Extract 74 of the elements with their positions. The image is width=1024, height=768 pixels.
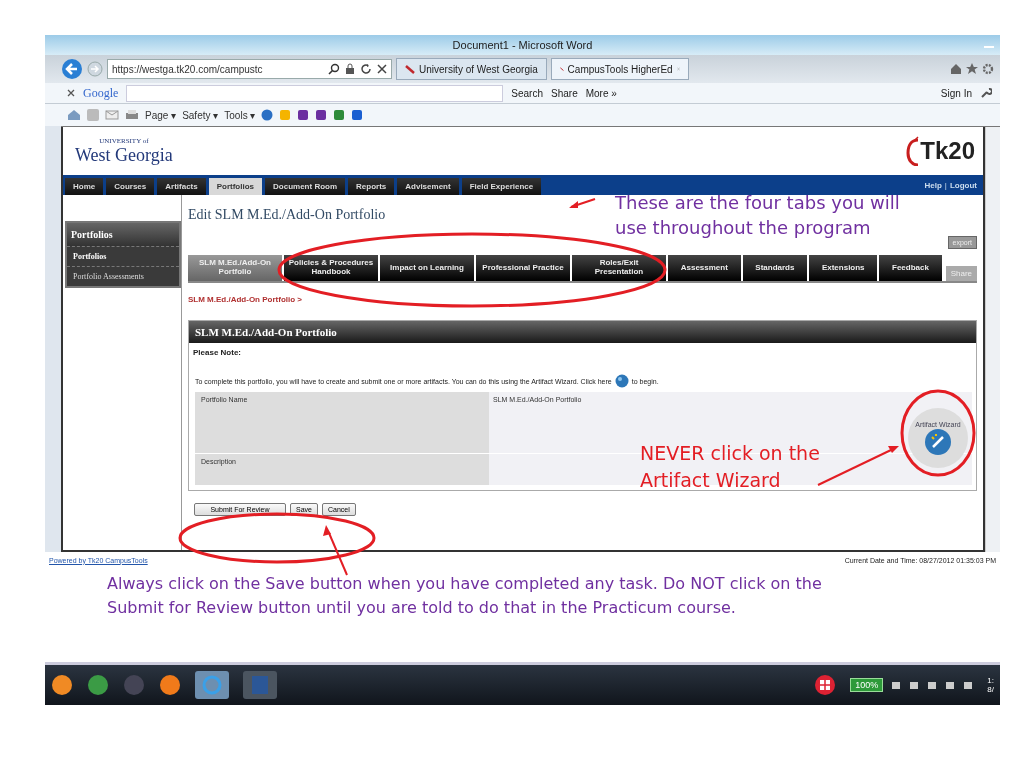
browser-tab[interactable]: CampusTools HigherEd — [550, 58, 689, 80]
logo-text: West Georgia — [75, 144, 173, 166]
toolbar-button[interactable]: Share — [551, 87, 578, 99]
menu-button[interactable]: Tools ▾ — [224, 109, 256, 121]
address-bar[interactable]: https://westga.tk20.com/campustc — [107, 59, 392, 79]
nav-tab[interactable]: Courses — [106, 178, 155, 195]
addon-icon[interactable] — [351, 109, 364, 121]
portfolio-tab[interactable]: Policies & Procedures Handbook — [284, 255, 378, 281]
google-logo: Google — [83, 85, 119, 101]
nav-tab[interactable]: Field Experience — [461, 178, 542, 195]
window-title: Document1 - Microsoft Word — [452, 39, 593, 51]
home-icon[interactable] — [67, 109, 81, 121]
wrench-icon[interactable] — [980, 87, 992, 99]
addon-icon[interactable] — [333, 109, 346, 121]
settings-icon[interactable] — [982, 63, 994, 75]
breadcrumb[interactable]: SLM M.Ed./Add-On Portfolio > — [188, 283, 977, 320]
nav-tab[interactable]: Home — [65, 178, 104, 195]
help-icon[interactable] — [261, 109, 274, 121]
close-icon[interactable] — [377, 64, 387, 74]
portfolio-tab[interactable]: SLM M.Ed./Add-On Portfolio — [188, 255, 282, 281]
annotation-text: These are the four tabs you will use throughout the program — [615, 191, 901, 241]
toolbar-button[interactable]: More » — [585, 87, 617, 99]
page-icon — [405, 64, 415, 74]
nav-tab[interactable]: Artifacts — [157, 178, 206, 195]
brand-logo: Tk20 — [920, 137, 975, 165]
battery-indicator: 100% — [850, 678, 884, 692]
refresh-icon[interactable] — [360, 63, 372, 75]
close-icon[interactable] — [67, 89, 75, 97]
portfolio-tab[interactable]: Standards — [742, 255, 808, 281]
sidebar-title: Portfolios — [67, 223, 179, 246]
link-separator: | — [944, 180, 947, 190]
page-heading: Edit SLM M.Ed./Add-On Portfolio — [188, 206, 386, 223]
sidebar-item[interactable]: Portfolios — [67, 246, 179, 266]
note-label: Please Note: — [192, 347, 243, 359]
search-field[interactable] — [126, 84, 504, 102]
portfolio-tab[interactable]: Impact on Learning — [380, 255, 474, 281]
browser-tab[interactable]: University of West Georgia — [396, 58, 547, 80]
annotation-text: Always click on the Save button when you have completed any task. Do NOT click on the Submit for Review button until you are told to do that in the Practicum course. — [107, 573, 823, 619]
panel-title: SLM M.Ed./Add-On Portfolio — [189, 321, 976, 343]
sign-in-link[interactable]: Sign In — [940, 87, 972, 99]
portfolio-tab[interactable]: Extensions — [809, 255, 878, 281]
portfolio-tab[interactable]: Feedback — [879, 255, 942, 281]
nav-link[interactable]: Logout — [949, 180, 977, 190]
menu-button[interactable]: Safety ▾ — [182, 109, 219, 121]
menu-button[interactable]: Page ▾ — [145, 109, 177, 121]
sidebar-item[interactable]: Portfolio Assessments — [67, 266, 179, 286]
nav-tab[interactable]: Reports — [348, 178, 395, 195]
clock-text: 8/ — [987, 685, 994, 694]
scrollbar[interactable] — [985, 127, 1000, 552]
tray-icon[interactable] — [927, 680, 938, 690]
addon-icon[interactable] — [297, 109, 310, 121]
app-icon[interactable] — [814, 674, 837, 696]
toolbar-button[interactable]: Search — [511, 87, 543, 99]
print-icon[interactable] — [125, 109, 139, 121]
portfolio-tab[interactable]: Professional Practice — [476, 255, 570, 281]
nav-link[interactable]: Help — [924, 180, 942, 190]
globe-icon[interactable] — [614, 374, 629, 388]
arrow — [323, 525, 348, 576]
tray-icon[interactable] — [891, 680, 902, 690]
search-icon[interactable] — [328, 63, 340, 75]
nav-tab[interactable]: Portfolios — [208, 178, 263, 195]
portfolio-tab[interactable]: Assessment — [668, 255, 741, 281]
addon-icon[interactable] — [315, 109, 328, 121]
arrow — [569, 198, 596, 208]
star-icon[interactable] — [966, 63, 978, 75]
nav-tab[interactable]: Advisement — [397, 178, 459, 195]
annotation-text: NEVER click on the Artifact Wizard — [640, 441, 821, 493]
nav-tab[interactable]: Document Room — [265, 178, 346, 195]
back-icon[interactable] — [61, 58, 83, 80]
home-icon[interactable] — [950, 63, 962, 75]
clock-text: 1: — [987, 676, 994, 685]
wand-icon — [924, 427, 952, 456]
lock-icon — [345, 63, 355, 75]
portfolio-tab[interactable]: Roles/Exit Presentation — [572, 255, 666, 281]
